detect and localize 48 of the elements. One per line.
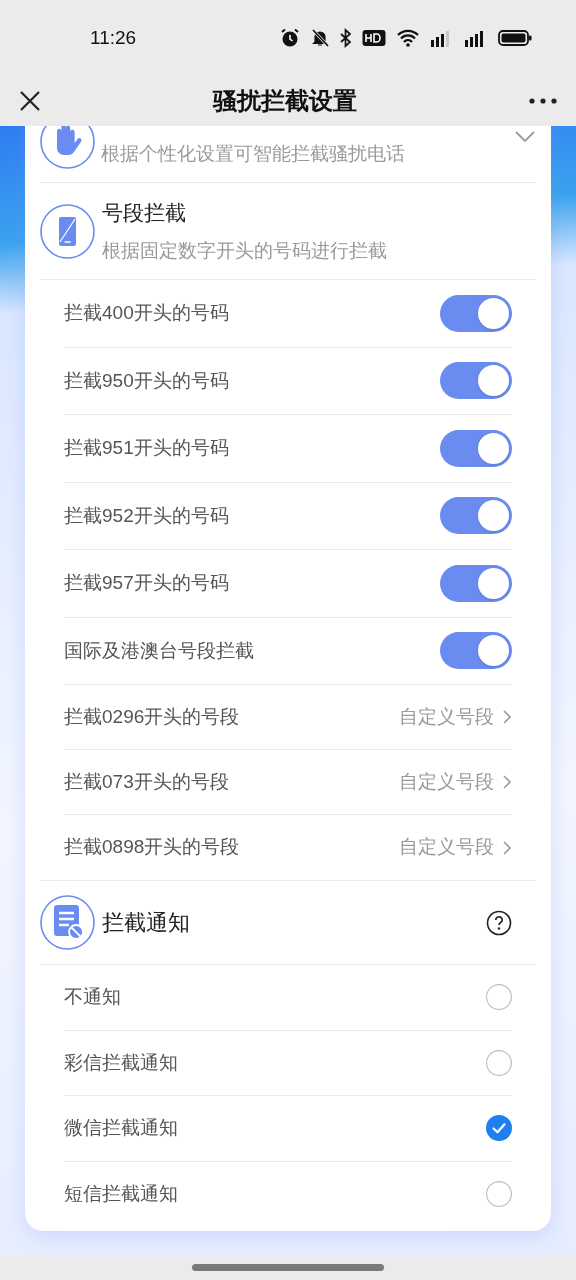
radio-button[interactable] [486, 1115, 512, 1142]
row-label: 拦截0296开头的号段 [64, 704, 240, 729]
alarm-icon [280, 28, 300, 48]
section-title: 号段拦截 [102, 200, 187, 226]
radio-button[interactable] [486, 1181, 512, 1208]
wifi-icon [396, 28, 420, 48]
hd-icon [362, 29, 386, 47]
row-label: 拦截0898开头的号段 [64, 835, 240, 860]
option-label: 微信拦截通知 [64, 1116, 178, 1140]
radio-button[interactable] [486, 984, 512, 1011]
custom-range-link[interactable]: 自定义号段 [399, 833, 512, 862]
radio-button[interactable] [486, 1049, 512, 1076]
row-label: 拦截950开头的号码 [64, 368, 229, 393]
phone-icon [40, 203, 95, 259]
option-label: 不通知 [64, 985, 121, 1009]
option-label: 短信拦截通知 [64, 1182, 178, 1206]
custom-range-link[interactable]: 自定义号段 [399, 702, 512, 732]
option-label: 彩信拦截通知 [64, 1050, 178, 1075]
bluetooth-icon [340, 28, 352, 48]
chevron-right-icon [502, 709, 512, 725]
chevron-icon[interactable] [514, 130, 536, 144]
toggle-switch[interactable] [440, 497, 512, 535]
chevron-right-icon [502, 774, 512, 790]
muted-bell-icon [310, 28, 330, 48]
custom-range-link[interactable]: 自定义号段 [399, 767, 512, 797]
row-label: 国际及港澳台号段拦截 [64, 638, 254, 663]
section-title: 拦截通知 [102, 909, 191, 937]
section-subtitle: 根据固定数字开头的号码进行拦截 [102, 238, 387, 263]
help-icon[interactable] [486, 909, 512, 936]
more-icon [529, 98, 557, 104]
battery-icon [498, 29, 532, 47]
toggle-switch[interactable] [440, 429, 512, 467]
close-button[interactable] [18, 89, 42, 113]
blocked-document-icon [40, 895, 95, 950]
row-label: 拦截951开头的号码 [64, 436, 229, 460]
row-label: 拦截957开头的号码 [64, 571, 229, 595]
chevron-right-icon [502, 839, 512, 856]
section-subtitle: 根据个性化设置可智能拦截骚扰电话 [101, 141, 406, 166]
row-label: 拦截073开头的号段 [64, 769, 229, 794]
close-icon [19, 90, 41, 112]
status-time: 11:26 [90, 25, 137, 50]
toggle-switch[interactable] [440, 362, 512, 400]
page-title: 骚扰拦截设置 [213, 86, 357, 116]
row-label: 拦截400开头的号码 [64, 301, 229, 325]
toggle-switch[interactable] [440, 564, 512, 602]
toggle-switch[interactable] [440, 294, 512, 332]
row-label: 拦截952开头的号码 [64, 503, 229, 528]
toggle-switch[interactable] [440, 632, 512, 670]
